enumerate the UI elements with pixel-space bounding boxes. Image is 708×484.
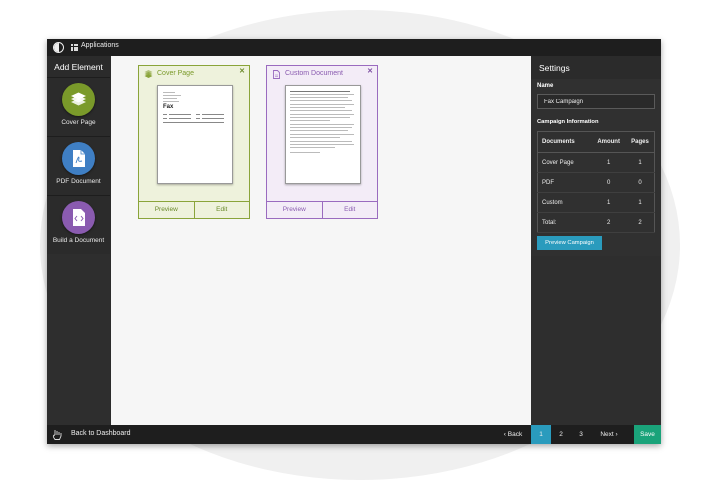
table-row: PDF 0 0 [537,172,655,193]
close-icon[interactable]: ✕ [367,67,373,75]
table-cell: 1 [591,152,627,173]
sidebar-empty-area [47,254,110,425]
back-button[interactable]: ‹ Back [495,425,531,444]
pagination: ‹ Back 1 2 3 Next › [495,425,627,444]
name-label: Name [537,83,554,89]
cover-page-thumbnail: Fax [157,85,233,184]
table-cell: 1 [626,192,655,213]
dashboard-hand-icon[interactable] [52,429,62,440]
pdf-icon [62,142,95,175]
settings-title: Settings [539,63,570,73]
table-cell: PDF [537,172,592,193]
settings-panel: Settings Name Campaign Information Docum… [531,56,661,256]
page-1-button[interactable]: 1 [531,425,551,444]
page-3-button[interactable]: 3 [571,425,591,444]
card-title: Custom Document [285,70,343,77]
card-actions: Preview Edit [267,201,377,218]
stack-icon [62,83,95,116]
card-actions: Preview Edit [139,201,249,218]
next-button[interactable]: Next › [591,425,627,444]
table-header-row: Documents Amount Pages [537,131,655,153]
edit-button[interactable]: Edit [323,202,378,218]
table-row: Custom 1 1 [537,192,655,213]
app-logo-icon[interactable] [53,42,64,53]
save-button[interactable]: Save [634,425,661,444]
document-canvas: Cover Page ✕ Fax Preview Edit Custom Doc… [111,56,531,425]
table-cell: 0 [626,172,655,193]
card-header: Custom Document ✕ [267,66,377,82]
page-2-button[interactable]: 2 [551,425,571,444]
table-cell: 1 [626,152,655,173]
bottom-bar: Back to Dashboard ‹ Back 1 2 3 Next › Sa… [47,425,661,444]
sidebar-item-label: Build a Document [52,237,105,244]
add-element-sidebar: Add Element Cover Page PDF Document Buil… [47,56,110,254]
campaign-info-label: Campaign Information [537,119,599,125]
close-icon[interactable]: ✕ [239,67,245,75]
sidebar-item-build-document[interactable]: Build a Document [47,195,110,254]
campaign-info-table: Documents Amount Pages Cover Page 1 1 PD… [537,131,655,233]
table-cell: Total: [537,212,592,233]
thumbnail-heading: Fax [163,104,174,110]
preview-campaign-button[interactable]: Preview Campaign [537,236,602,250]
code-doc-icon [62,201,95,234]
table-cell: 1 [591,192,627,213]
sidebar-title: Add Element [54,62,103,72]
applications-menu[interactable]: Applications [81,42,119,49]
table-row: Total: 2 2 [537,212,655,233]
preview-button[interactable]: Preview [267,202,323,218]
campaign-name-field[interactable] [537,94,655,109]
table-cell: 2 [626,212,655,233]
table-cell: Cover Page [537,152,592,173]
preview-button[interactable]: Preview [139,202,195,218]
custom-document-thumbnail [285,85,361,184]
edit-button[interactable]: Edit [195,202,250,218]
custom-document-card[interactable]: Custom Document ✕ Preview Edit [266,65,378,219]
settings-empty-area [531,256,661,425]
card-title: Cover Page [157,70,194,77]
document-icon [273,70,280,79]
back-to-dashboard-link[interactable]: Back to Dashboard [71,430,131,437]
cover-page-card[interactable]: Cover Page ✕ Fax Preview Edit [138,65,250,219]
table-row: Cover Page 1 1 [537,152,655,173]
sidebar-item-label: PDF Document [56,178,101,185]
column-header: Pages [626,131,655,153]
column-header: Documents [537,131,592,153]
sidebar-item-cover-page[interactable]: Cover Page [47,77,110,136]
table-cell: 2 [591,212,627,233]
app-window: Applications Add Element Cover Page PDF … [47,39,661,444]
column-header: Amount [591,131,627,153]
sidebar-item-pdf-document[interactable]: PDF Document [47,136,110,195]
card-header: Cover Page ✕ [139,66,249,82]
stack-icon [144,70,153,78]
table-cell: 0 [591,172,627,193]
top-bar: Applications [47,39,661,56]
table-cell: Custom [537,192,592,213]
apps-grid-icon[interactable] [71,44,78,51]
sidebar-item-label: Cover Page [61,119,96,126]
